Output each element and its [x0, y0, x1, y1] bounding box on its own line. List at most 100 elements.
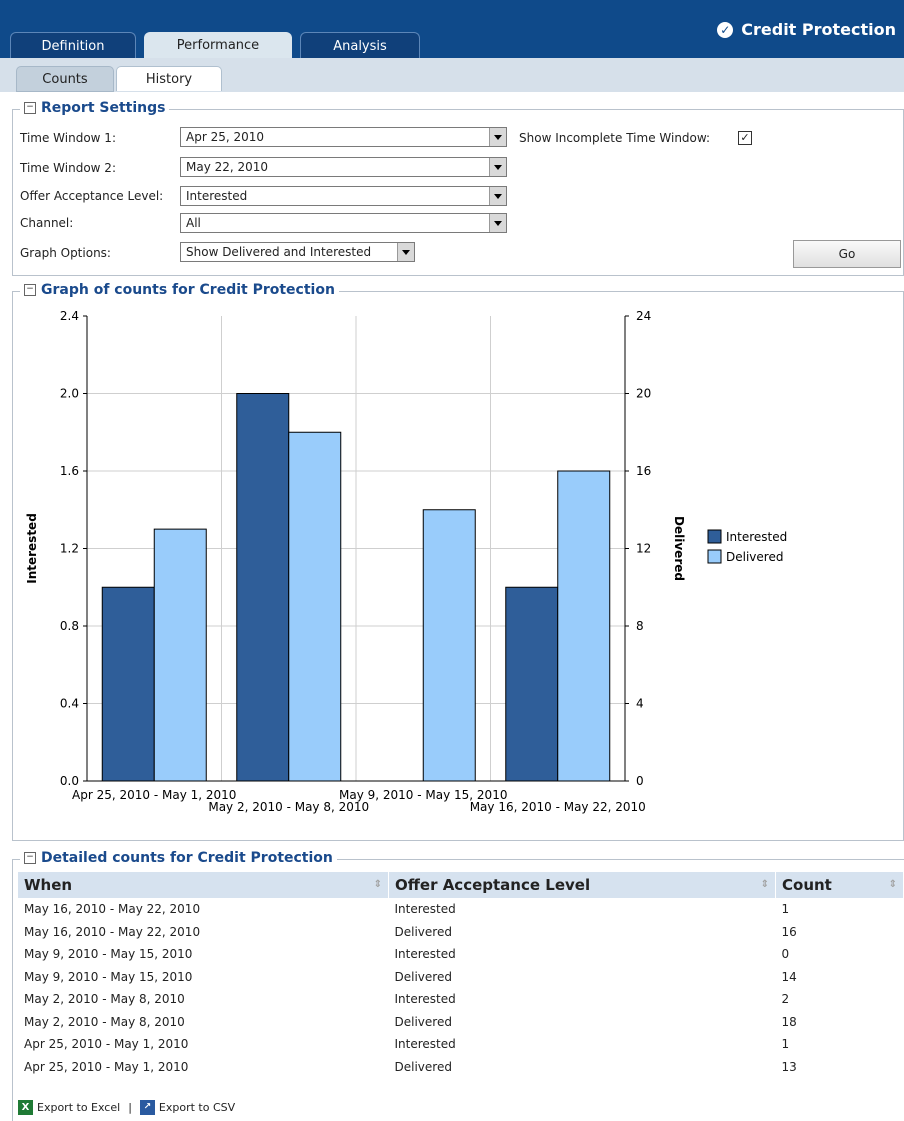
- tab-definition[interactable]: Definition: [10, 32, 136, 59]
- subtab-label: Counts: [42, 71, 88, 87]
- offer-acceptance-select[interactable]: Interested: [180, 186, 507, 206]
- column-label: Offer Acceptance Level: [395, 876, 591, 894]
- tab-label: Analysis: [333, 38, 387, 54]
- sort-arrows-icon[interactable]: ⇕: [374, 879, 382, 890]
- cell-level: Interested: [394, 1037, 456, 1052]
- column-header-when[interactable]: When ⇕: [18, 872, 389, 898]
- column-header-count[interactable]: Count ⇕: [775, 872, 904, 898]
- details-header[interactable]: − Detailed counts for Credit Protection: [20, 850, 337, 866]
- cell-when: May 9, 2010 - May 15, 2010: [24, 969, 193, 984]
- time-window-1-label: Time Window 1:: [20, 131, 116, 145]
- y2-axis-title: Delivered: [672, 516, 686, 581]
- chevron-down-icon[interactable]: [489, 158, 506, 176]
- report-settings-header[interactable]: − Report Settings: [20, 100, 170, 116]
- csv-icon: ↗: [139, 1099, 155, 1115]
- details-table: When ⇕ Offer Acceptance Level ⇕ Count ⇕ May…: [18, 872, 904, 1078]
- cell-when: May 2, 2010 - May 8, 2010: [24, 992, 185, 1007]
- cell-when: May 16, 2010 - May 22, 2010: [24, 924, 201, 939]
- chevron-down-icon[interactable]: [489, 187, 506, 205]
- x-tick-label: May 16, 2010 - May 22, 2010: [470, 800, 646, 814]
- select-value: May 22, 2010: [186, 160, 269, 174]
- select-value: Show Delivered and Interested: [186, 245, 372, 259]
- subtab-counts[interactable]: Counts: [16, 66, 114, 92]
- y-tick-label: 1.6: [60, 464, 79, 478]
- table-row[interactable]: May 2, 2010 - May 8, 2010 Interested 2: [18, 988, 904, 1011]
- select-value: All: [186, 216, 201, 230]
- export-csv-button[interactable]: ↗ Export to CSV: [139, 1099, 236, 1115]
- y2-tick-label: 16: [636, 464, 651, 478]
- channel-select[interactable]: All: [180, 213, 507, 233]
- cell-level: Interested: [394, 902, 456, 917]
- cell-level: Delivered: [394, 1014, 452, 1029]
- export-csv-label: Export to CSV: [158, 1100, 236, 1114]
- cell-when: May 2, 2010 - May 8, 2010: [24, 1014, 185, 1029]
- time-window-2-label: Time Window 2:: [20, 161, 116, 175]
- select-value: Interested: [186, 189, 248, 203]
- export-excel-button[interactable]: X Export to Excel: [18, 1099, 121, 1115]
- bar-interested: [101, 586, 155, 782]
- cell-when: Apr 25, 2010 - May 1, 2010: [24, 1037, 189, 1052]
- check-circle-icon: ✓: [717, 21, 734, 38]
- channel-label: Channel:: [20, 216, 74, 230]
- tab-analysis[interactable]: Analysis: [300, 32, 420, 59]
- time-window-1-select[interactable]: Apr 25, 2010: [180, 127, 507, 147]
- subtab-history[interactable]: History: [116, 66, 222, 91]
- cell-count: 1: [781, 1037, 790, 1052]
- bar-delivered: [288, 431, 342, 782]
- table-row[interactable]: Apr 25, 2010 - May 1, 2010 Interested 1: [18, 1033, 904, 1056]
- bar-delivered: [557, 470, 611, 782]
- chevron-down-icon[interactable]: [489, 214, 506, 232]
- cell-level: Interested: [394, 947, 456, 962]
- sort-arrows-icon[interactable]: ⇕: [761, 879, 769, 890]
- tab-label: Definition: [41, 38, 105, 54]
- legend-label: Delivered: [726, 550, 783, 564]
- collapse-minus-icon[interactable]: −: [24, 284, 36, 296]
- column-label: Count: [782, 876, 832, 894]
- chevron-down-icon[interactable]: [489, 128, 506, 146]
- sort-arrows-icon[interactable]: ⇕: [889, 879, 897, 890]
- y2-tick-label: 8: [636, 619, 644, 633]
- bar-interested: [236, 393, 290, 782]
- export-excel-label: Export to Excel: [37, 1100, 121, 1114]
- y-tick-label: 1.2: [60, 542, 79, 556]
- chevron-down-icon[interactable]: [397, 243, 414, 261]
- cell-count: 1: [781, 902, 790, 917]
- graph-header[interactable]: − Graph of counts for Credit Protection: [20, 282, 339, 298]
- bar-delivered: [153, 528, 207, 782]
- table-row[interactable]: May 2, 2010 - May 8, 2010 Delivered 18: [18, 1011, 904, 1034]
- cell-count: 0: [781, 947, 790, 962]
- graph-options-select[interactable]: Show Delivered and Interested: [180, 242, 415, 262]
- y-tick-label: 0.8: [60, 619, 79, 633]
- tab-performance[interactable]: Performance: [144, 32, 292, 58]
- legend-swatch: [707, 549, 722, 564]
- table-row[interactable]: May 16, 2010 - May 22, 2010 Delivered 16: [18, 921, 904, 944]
- y2-tick-label: 12: [636, 542, 651, 556]
- app-title: Credit Protection: [741, 20, 896, 39]
- cell-count: 13: [781, 1059, 797, 1074]
- table-row[interactable]: May 9, 2010 - May 15, 2010 Delivered 14: [18, 966, 904, 989]
- x-tick-label: May 2, 2010 - May 8, 2010: [208, 800, 369, 814]
- column-header-level[interactable]: Offer Acceptance Level ⇕: [388, 872, 776, 898]
- export-toolbar: X Export to Excel | ↗ Export to CSV: [18, 1094, 235, 1120]
- table-row[interactable]: Apr 25, 2010 - May 1, 2010 Delivered 13: [18, 1056, 904, 1079]
- collapse-minus-icon[interactable]: −: [24, 102, 36, 114]
- table-row[interactable]: May 16, 2010 - May 22, 2010 Interested 1: [18, 898, 904, 921]
- go-button[interactable]: Go: [793, 240, 901, 268]
- cell-level: Delivered: [394, 969, 452, 984]
- graph-options-label: Graph Options:: [20, 246, 111, 260]
- time-window-2-select[interactable]: May 22, 2010: [180, 157, 507, 177]
- table-header-row: When ⇕ Offer Acceptance Level ⇕ Count ⇕: [18, 872, 904, 898]
- show-incomplete-checkbox[interactable]: ✓: [738, 131, 752, 145]
- legend-swatch: [707, 529, 722, 544]
- cell-count: 18: [781, 1014, 797, 1029]
- column-label: When: [24, 876, 73, 894]
- cell-level: Interested: [394, 992, 456, 1007]
- excel-icon: X: [18, 1099, 33, 1115]
- details-title: Detailed counts for Credit Protection: [41, 850, 333, 866]
- tab-label: Performance: [176, 37, 260, 53]
- collapse-minus-icon[interactable]: −: [24, 852, 36, 864]
- y2-tick-label: 20: [636, 387, 651, 401]
- table-row[interactable]: May 9, 2010 - May 15, 2010 Interested 0: [18, 943, 904, 966]
- cell-when: May 16, 2010 - May 22, 2010: [24, 902, 201, 917]
- subtab-label: History: [145, 71, 193, 87]
